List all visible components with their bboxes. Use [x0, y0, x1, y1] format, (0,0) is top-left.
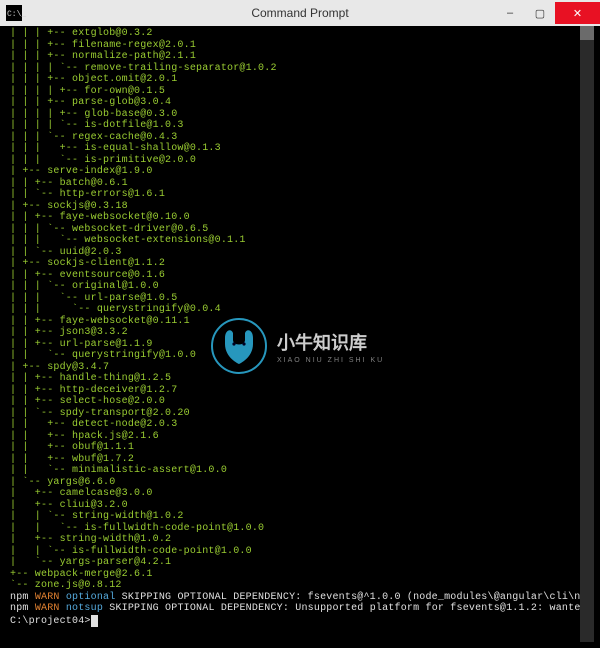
tree-line: | | +-- handle-thing@1.2.5 [10, 373, 576, 385]
tree-line: | | `-- is-fullwidth-code-point@1.0.0 [10, 546, 576, 558]
cmd-icon [6, 5, 22, 21]
terminal[interactable]: | | | +-- extglob@0.3.2| | | +-- filenam… [6, 26, 594, 642]
tree-line: | | | | +-- glob-base@0.3.0 [10, 109, 576, 121]
maximize-button[interactable]: ▢ [525, 2, 555, 24]
tree-line: | | +-- obuf@1.1.1 [10, 442, 576, 454]
tree-line: | | `-- uuid@2.0.3 [10, 247, 576, 259]
tree-line: | | | `-- websocket-extensions@0.1.1 [10, 235, 576, 247]
npm-warn-line: npm WARN optional SKIPPING OPTIONAL DEPE… [10, 592, 576, 604]
tree-line: | | | `-- regex-cache@0.4.3 [10, 132, 576, 144]
tree-line: | | +-- detect-node@2.0.3 [10, 419, 576, 431]
tree-line: +-- webpack-merge@2.6.1 [10, 569, 576, 581]
tree-line: | +-- string-width@1.0.2 [10, 534, 576, 546]
tree-line: | | | +-- parse-glob@3.0.4 [10, 97, 576, 109]
minimize-button[interactable]: – [495, 2, 525, 24]
scrollbar-thumb[interactable] [580, 26, 594, 40]
tree-line: | | +-- hpack.js@2.1.6 [10, 431, 576, 443]
prompt-line[interactable]: C:\project04> [10, 615, 576, 628]
tree-line: | | +-- batch@0.6.1 [10, 178, 576, 190]
tree-line: | +-- camelcase@3.0.0 [10, 488, 576, 500]
tree-line: | | | `-- url-parse@1.0.5 [10, 293, 576, 305]
tree-line: | | `-- minimalistic-assert@1.0.0 [10, 465, 576, 477]
tree-line: | | `-- string-width@1.0.2 [10, 511, 576, 523]
tree-line: | `-- yargs-parser@4.2.1 [10, 557, 576, 569]
tree-line: | | `-- querystringify@1.0.0 [10, 350, 576, 362]
tree-line: | +-- cliui@3.2.0 [10, 500, 576, 512]
tree-line: | | | | `-- is-dotfile@1.0.3 [10, 120, 576, 132]
tree-line: | | +-- select-hose@2.0.0 [10, 396, 576, 408]
tree-line: | +-- spdy@3.4.7 [10, 362, 576, 374]
tree-line: | | +-- wbuf@1.7.2 [10, 454, 576, 466]
tree-line: | | | +-- object.omit@2.0.1 [10, 74, 576, 86]
tree-line: | | `-- http-errors@1.6.1 [10, 189, 576, 201]
tree-line: | +-- sockjs@0.3.18 [10, 201, 576, 213]
tree-line: | | | +-- is-equal-shallow@0.1.3 [10, 143, 576, 155]
tree-line: | | | | `-- remove-trailing-separator@1.… [10, 63, 576, 75]
cursor [91, 615, 98, 627]
tree-line: | | +-- http-deceiver@1.2.7 [10, 385, 576, 397]
tree-line: | | | +-- normalize-path@2.1.1 [10, 51, 576, 63]
tree-line: | | | +-- extglob@0.3.2 [10, 28, 576, 40]
tree-line: | | | `-- is-primitive@2.0.0 [10, 155, 576, 167]
tree-line: | | `-- spdy-transport@2.0.20 [10, 408, 576, 420]
tree-line: | | +-- faye-websocket@0.10.0 [10, 212, 576, 224]
tree-line: | | +-- eventsource@0.1.6 [10, 270, 576, 282]
tree-line: `-- zone.js@0.8.12 [10, 580, 576, 592]
tree-line: | | +-- faye-websocket@0.11.1 [10, 316, 576, 328]
tree-line: | +-- serve-index@1.9.0 [10, 166, 576, 178]
npm-warn-line: npm WARN notsup SKIPPING OPTIONAL DEPEND… [10, 603, 576, 615]
tree-line: | | +-- url-parse@1.1.9 [10, 339, 576, 351]
title-bar[interactable]: Command Prompt – ▢ ✕ [0, 0, 600, 26]
close-button[interactable]: ✕ [555, 2, 600, 24]
tree-line: | | +-- json3@3.3.2 [10, 327, 576, 339]
tree-line: | | | `-- original@1.0.0 [10, 281, 576, 293]
tree-line: | | | `-- querystringify@0.0.4 [10, 304, 576, 316]
scrollbar[interactable] [580, 26, 594, 642]
tree-line: | | `-- is-fullwidth-code-point@1.0.0 [10, 523, 576, 535]
tree-line: | | | `-- websocket-driver@0.6.5 [10, 224, 576, 236]
tree-line: | `-- yargs@6.6.0 [10, 477, 576, 489]
tree-line: | +-- sockjs-client@1.1.2 [10, 258, 576, 270]
tree-line: | | | | +-- for-own@0.1.5 [10, 86, 576, 98]
window: Command Prompt – ▢ ✕ | | | +-- extglob@0… [0, 0, 600, 648]
window-controls: – ▢ ✕ [495, 2, 600, 24]
terminal-output: | | | +-- extglob@0.3.2| | | +-- filenam… [6, 26, 580, 642]
tree-line: | | | +-- filename-regex@2.0.1 [10, 40, 576, 52]
